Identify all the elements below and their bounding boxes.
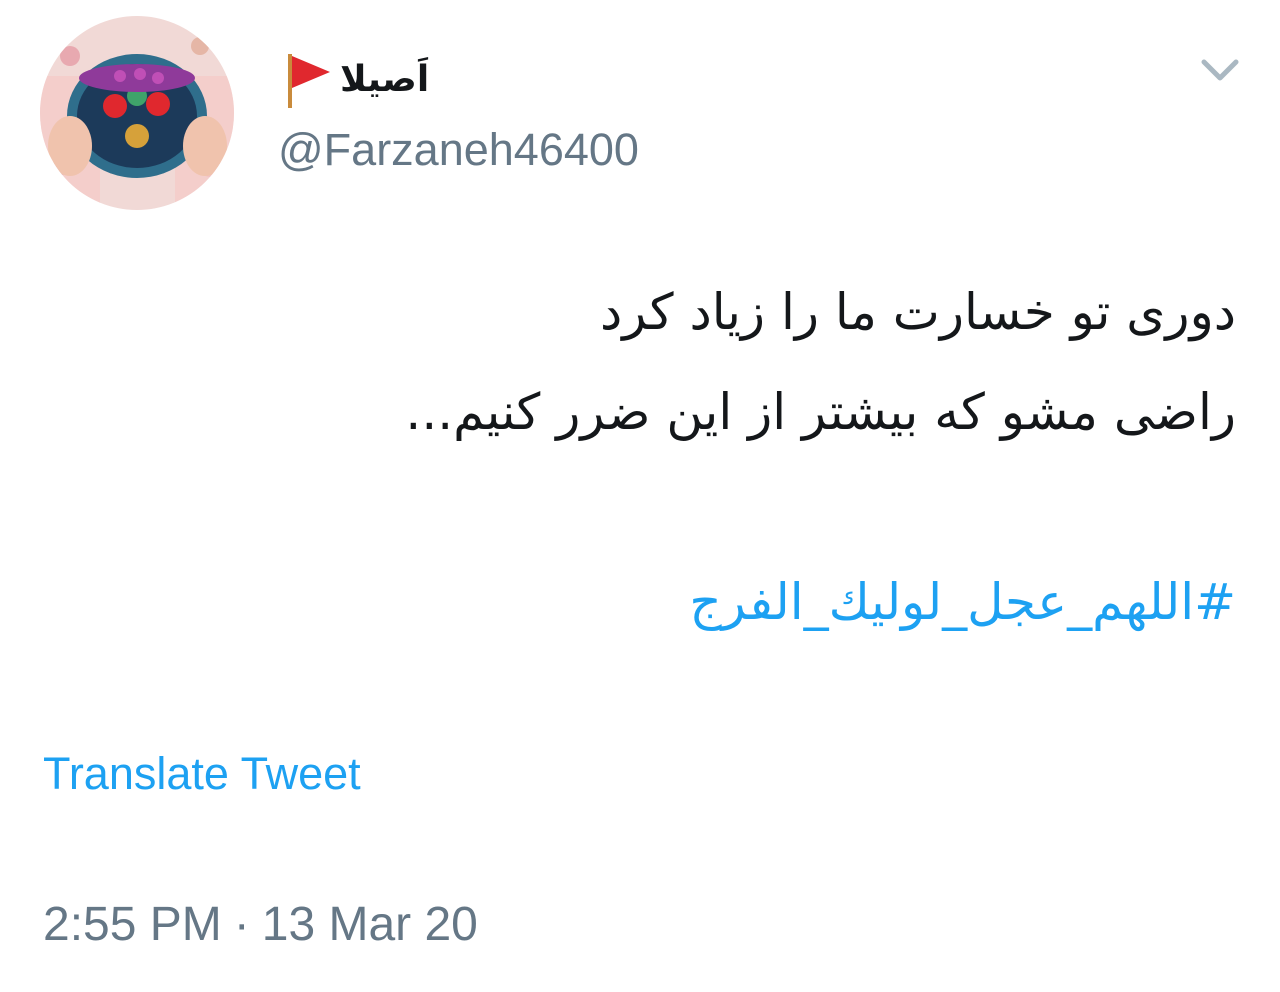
hashtag-link[interactable]: #اللهم_عجل_لوليك_الفرج	[689, 552, 1236, 652]
avatar-image	[40, 16, 234, 210]
red-flag-icon	[282, 50, 332, 110]
tweet-time: 2:55 PM	[43, 898, 222, 951]
tweet-text: دوری تو خسارت ما را زیاد کرد راضی مشو که…	[86, 262, 1236, 462]
author-handle[interactable]: @Farzaneh46400	[278, 122, 639, 178]
avatar[interactable]	[40, 16, 234, 210]
chevron-down-icon[interactable]	[1198, 54, 1242, 84]
display-name: اَصیلا	[340, 59, 430, 100]
tweet-line-2: راضی مشو که بیشتر از این ضرر کنیم...	[405, 383, 1236, 441]
tweet-timestamp[interactable]: 2:55 PM · 13 Mar 20	[43, 895, 478, 955]
author-row[interactable]: اَصیلا	[282, 48, 429, 112]
tweet-card: اَصیلا @Farzaneh46400 دوری تو خسارت ما ر…	[0, 0, 1280, 992]
timestamp-separator: ·	[233, 898, 250, 951]
tweet-line-1: دوری تو خسارت ما را زیاد کرد	[599, 283, 1236, 341]
translate-tweet-link[interactable]: Translate Tweet	[43, 745, 361, 803]
tweet-date: 13 Mar 20	[261, 898, 478, 951]
